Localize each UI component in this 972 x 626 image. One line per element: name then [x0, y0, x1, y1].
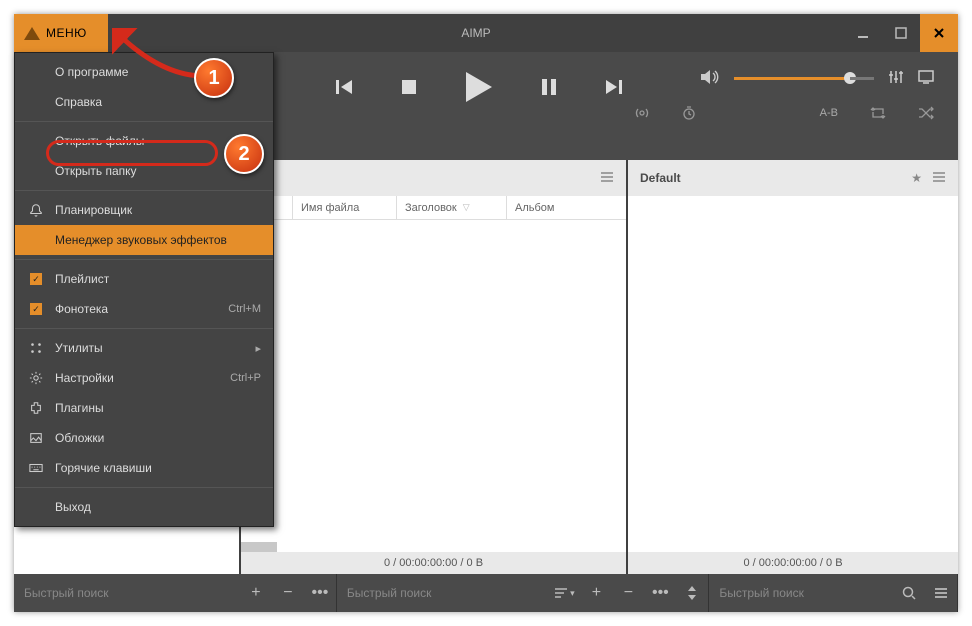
app-window: МЕНЮ AIMP О программе Справка Открыть фа…	[14, 14, 958, 612]
menu-button[interactable]: МЕНЮ	[14, 14, 108, 52]
apps-icon	[27, 341, 45, 355]
repeat-button[interactable]	[870, 106, 886, 120]
titlebar: МЕНЮ AIMP	[14, 14, 958, 52]
right-tab-bar: Default ★	[628, 160, 958, 196]
annotation-badge-1: 1	[194, 58, 234, 98]
radio-button[interactable]	[634, 106, 650, 120]
volume-thumb[interactable]	[844, 72, 856, 84]
next-button[interactable]	[604, 77, 624, 97]
menu-item-fx-manager[interactable]: Менеджер звуковых эффектов	[15, 225, 273, 255]
play-button[interactable]	[464, 70, 494, 104]
gear-icon	[27, 371, 45, 385]
more-button[interactable]: •••	[304, 584, 336, 602]
menu-item-plugins[interactable]: Плагины	[15, 393, 273, 423]
bottom-toolbar: Быстрый поиск + − ••• Быстрый поиск ▾ + …	[14, 574, 958, 612]
annotation-badge-2: 2	[224, 134, 264, 174]
right-body[interactable]	[628, 196, 958, 552]
menu-item-playlist[interactable]: ✓Плейлист	[15, 264, 273, 294]
chevron-right-icon: ▸	[255, 342, 261, 355]
col-album[interactable]: Альбом	[507, 196, 626, 219]
shuffle-button[interactable]	[918, 106, 934, 120]
previous-button[interactable]	[334, 77, 354, 97]
horizontal-scrollbar[interactable]	[241, 542, 626, 552]
col-title[interactable]: Заголовок▽	[397, 196, 507, 219]
extras-row: A-B	[634, 106, 934, 120]
sort-button[interactable]: ▾	[548, 587, 580, 599]
image-icon	[27, 431, 45, 445]
add-button[interactable]: +	[240, 584, 272, 602]
playlist-body[interactable]	[241, 220, 626, 552]
window-controls	[844, 14, 958, 52]
search-button[interactable]	[893, 586, 925, 600]
column-header: №▽ Имя файла Заголовок▽ Альбом	[241, 196, 626, 220]
menu-button-label: МЕНЮ	[46, 26, 87, 40]
col-filename[interactable]: Имя файла	[293, 196, 397, 219]
check-icon: ✓	[30, 303, 42, 315]
menu-item-utilities[interactable]: Утилиты▸	[15, 333, 273, 363]
pause-button[interactable]	[540, 77, 558, 97]
volume-slider[interactable]	[734, 77, 874, 80]
playlist-pane: №▽ Имя файла Заголовок▽ Альбом 0 / 00:00…	[241, 160, 626, 574]
menu-item-covers[interactable]: Обложки	[15, 423, 273, 453]
right-status: 0 / 00:00:00:00 / 0 B	[628, 552, 958, 574]
menu-item-library[interactable]: ✓ФонотекаCtrl+M	[15, 294, 273, 324]
minimize-button[interactable]	[844, 14, 882, 52]
plugin-icon	[27, 401, 45, 415]
timer-button[interactable]	[682, 106, 696, 120]
hamburger-button[interactable]	[925, 587, 957, 599]
search-right[interactable]: Быстрый поиск	[709, 586, 893, 600]
volume-icon[interactable]	[700, 68, 720, 89]
display-button[interactable]	[918, 70, 934, 87]
stop-button[interactable]	[400, 78, 418, 96]
main-menu: О программе Справка Открыть файлы Открыт…	[14, 52, 274, 527]
ab-repeat-button[interactable]: A-B	[820, 107, 838, 119]
remove-button[interactable]: −	[272, 584, 304, 602]
menu-icon[interactable]	[600, 171, 614, 186]
tab-default[interactable]: Default	[640, 171, 681, 185]
annotation-ring	[46, 140, 218, 166]
playlist-tab-bar	[241, 160, 626, 196]
equalizer-button[interactable]	[888, 69, 904, 88]
menu-item-scheduler[interactable]: Планировщик	[15, 195, 273, 225]
menu-item-settings[interactable]: НастройкиCtrl+P	[15, 363, 273, 393]
more-button[interactable]: •••	[644, 584, 676, 602]
menu-item-about[interactable]: О программе	[15, 57, 273, 87]
updown-button[interactable]	[676, 586, 708, 600]
filter-icon[interactable]: ▽	[463, 202, 470, 213]
remove-button[interactable]: −	[612, 584, 644, 602]
right-pane: Default ★ 0 / 00:00:00:00 / 0 B	[628, 160, 958, 574]
check-icon: ✓	[30, 273, 42, 285]
maximize-button[interactable]	[882, 14, 920, 52]
volume-row	[700, 68, 934, 89]
app-title: AIMP	[108, 14, 844, 52]
menu-item-help[interactable]: Справка	[15, 87, 273, 117]
add-button[interactable]: +	[580, 584, 612, 602]
bell-icon	[27, 203, 45, 217]
menu-item-hotkeys[interactable]: Горячие клавиши	[15, 453, 273, 483]
search-left[interactable]: Быстрый поиск	[14, 586, 240, 600]
star-icon[interactable]: ★	[911, 171, 922, 185]
menu-icon[interactable]	[932, 171, 946, 186]
playlist-status: 0 / 00:00:00:00 / 0 B	[241, 552, 626, 574]
keyboard-icon	[27, 461, 45, 475]
search-mid[interactable]: Быстрый поиск	[337, 586, 548, 600]
transport-controls	[334, 70, 624, 104]
menu-item-exit[interactable]: Выход	[15, 492, 273, 522]
close-button[interactable]	[920, 14, 958, 52]
aimp-logo-icon	[24, 27, 40, 40]
